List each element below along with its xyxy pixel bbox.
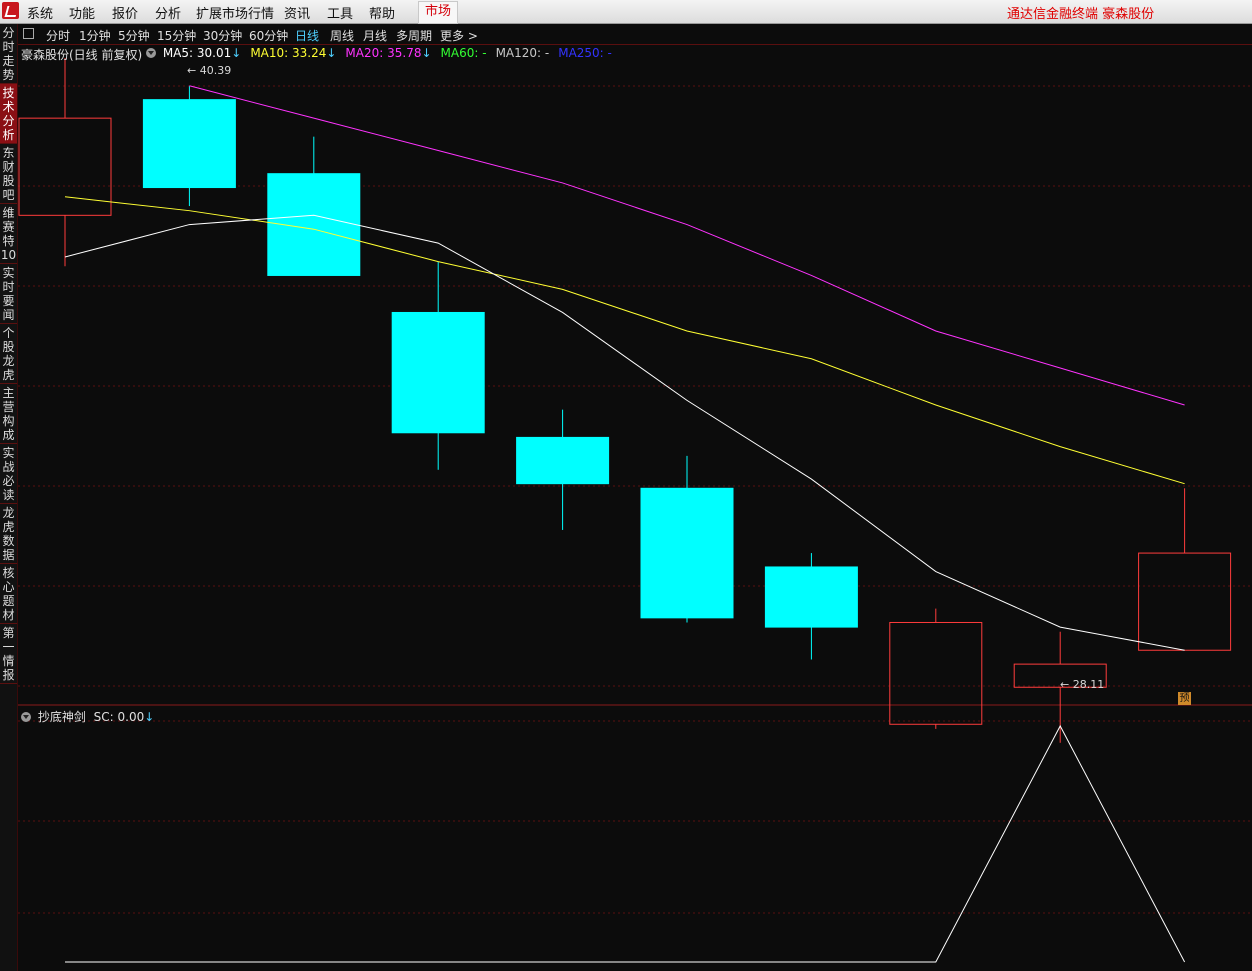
sub-indicator-title: 抄底神剑	[37, 710, 86, 724]
sc-arrow-icon: ↓	[144, 710, 155, 724]
menu-analysis[interactable]: 分析	[155, 3, 181, 22]
ma-trend-arrow-icon: ↓	[231, 46, 242, 60]
period-monthly[interactable]: 月线	[363, 27, 387, 44]
ma-legend-item: MA120: -	[495, 46, 550, 60]
candle	[764, 566, 858, 628]
menu-extended-market[interactable]: 扩展市场行情	[196, 3, 274, 22]
side-tab-bar: 分时走势 技术分析 东财股吧 维赛特10 实时要闻 个股龙虎 主营构成 实战必读…	[0, 24, 18, 971]
period-intraday[interactable]: 分时	[46, 27, 70, 44]
period-multi[interactable]: 多周期	[396, 27, 432, 44]
panel-toggle-icon[interactable]	[23, 28, 34, 39]
menu-help[interactable]: 帮助	[369, 3, 395, 22]
window-title: 通达信金融终端 豪森股份	[1007, 7, 1155, 22]
menu-system[interactable]: 系统	[27, 3, 53, 22]
ma-legend-item: MA10: 33.24	[250, 46, 327, 60]
period-15min[interactable]: 15分钟	[157, 27, 196, 44]
side-tab-must-read[interactable]: 实战必读	[0, 444, 17, 504]
period-60min[interactable]: 60分钟	[249, 27, 288, 44]
kline-chart[interactable]: ← 40.39 ← 28.11	[18, 44, 1252, 971]
period-more[interactable]: 更多 >	[440, 27, 478, 44]
sub-legend: 抄底神剑 SC: 0.00↓	[21, 708, 154, 725]
side-tab-dragon-tiger[interactable]: 个股龙虎	[0, 324, 17, 384]
side-tab-core-theme[interactable]: 核心题材	[0, 564, 17, 624]
sc-indicator	[65, 724, 1186, 963]
side-tab-technical[interactable]: 技术分析	[0, 84, 17, 144]
sub-indicator-dropdown-icon[interactable]	[21, 712, 31, 722]
candle	[516, 436, 610, 485]
period-weekly[interactable]: 周线	[330, 27, 354, 44]
period-bar: 分时 1分钟 5分钟 15分钟 30分钟 60分钟 日线 周线 月线 多周期 更…	[18, 24, 1252, 45]
period-1min[interactable]: 1分钟	[79, 27, 111, 44]
stock-title: 豪森股份(日线 前复权)	[21, 48, 143, 62]
candles	[18, 58, 1232, 743]
indicator-dropdown-icon[interactable]	[146, 48, 156, 58]
menu-bar: 系统 功能 报价 分析 扩展市场行情 资讯 工具 帮助 市场 通达信金融终端 豪…	[0, 0, 1252, 24]
side-tab-vst[interactable]: 维赛特10	[0, 204, 17, 264]
ma-legend-item: MA60: -	[440, 46, 487, 60]
pre-badge: 预	[1178, 692, 1191, 705]
ma-trend-arrow-icon: ↓	[421, 46, 432, 60]
side-tab-intraday[interactable]: 分时走势	[0, 24, 17, 84]
chart-grid	[18, 85, 1252, 914]
period-30min[interactable]: 30分钟	[203, 27, 242, 44]
high-price-label: ← 40.39	[187, 64, 231, 77]
ma-trend-arrow-icon: ↓	[326, 46, 337, 60]
main-legend: 豪森股份(日线 前复权)	[21, 46, 142, 63]
app-logo-icon[interactable]	[2, 2, 19, 19]
candle	[391, 311, 485, 434]
side-tab-business[interactable]: 主营构成	[0, 384, 17, 444]
side-tab-dragon-data[interactable]: 龙虎数据	[0, 504, 17, 564]
period-daily[interactable]: 日线	[295, 27, 319, 44]
candle	[142, 99, 236, 189]
ma-legend-item: MA20: 35.78	[345, 46, 422, 60]
side-tab-forum[interactable]: 东财股吧	[0, 144, 17, 204]
sc-line	[65, 724, 1186, 963]
candle	[889, 621, 983, 725]
candle	[1138, 552, 1232, 651]
menu-tools[interactable]: 工具	[327, 3, 353, 22]
side-tab-first-intel[interactable]: 第一情报	[0, 624, 17, 684]
ma-legend-item: MA5: 30.01	[162, 46, 232, 60]
ma5-line	[64, 214, 1185, 651]
ma-legend: MA5: 30.01↓ MA10: 33.24↓ MA20: 35.78↓ MA60:…	[146, 46, 612, 60]
side-tab-news[interactable]: 实时要闻	[0, 264, 17, 324]
menu-quote[interactable]: 报价	[112, 3, 138, 22]
ma10-line	[64, 196, 1185, 485]
market-button[interactable]: 市场	[418, 1, 458, 24]
menu-news[interactable]: 资讯	[284, 3, 310, 22]
low-price-label: ← 28.11	[1060, 678, 1104, 691]
candle	[640, 487, 734, 619]
sc-value: SC: 0.00	[93, 710, 145, 724]
menu-function[interactable]: 功能	[69, 3, 95, 22]
ma-legend-item: MA250: -	[558, 46, 612, 60]
period-5min[interactable]: 5分钟	[118, 27, 150, 44]
